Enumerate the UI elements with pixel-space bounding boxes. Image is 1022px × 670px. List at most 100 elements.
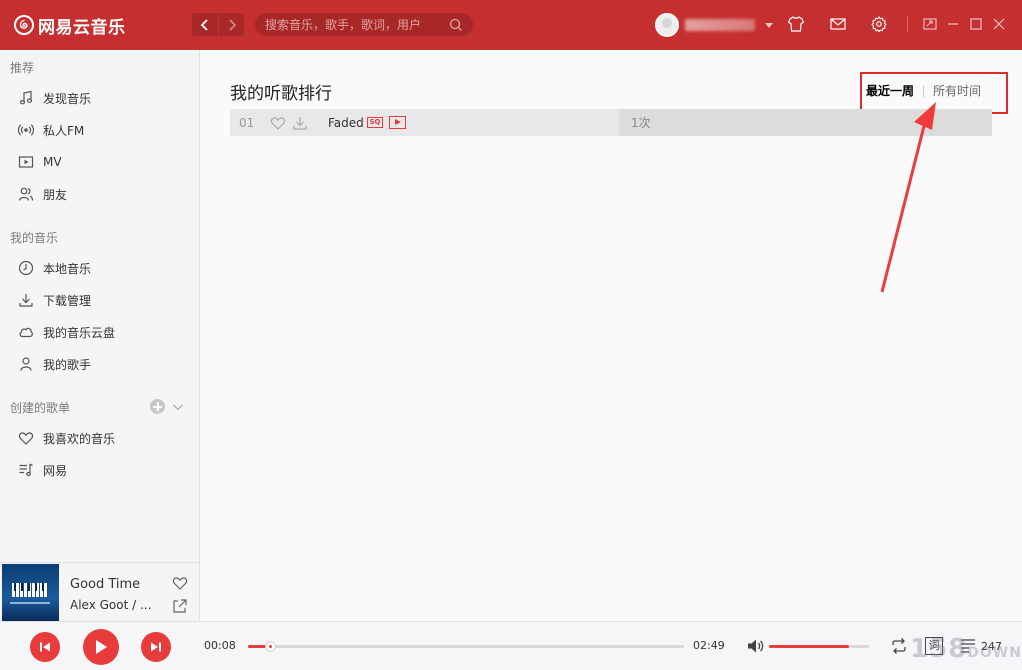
- previous-icon: [40, 642, 50, 652]
- caret-down-icon[interactable]: [765, 22, 773, 28]
- avatar[interactable]: [655, 13, 679, 37]
- like-heart-icon[interactable]: [172, 575, 188, 591]
- sidebar-item-label: 本地音乐: [43, 261, 92, 276]
- seek-bar[interactable]: [248, 641, 684, 652]
- chevron-right-icon: [228, 18, 236, 31]
- minimize-icon: [948, 23, 958, 25]
- tshirt-icon: [787, 16, 805, 32]
- search-input[interactable]: [265, 17, 449, 32]
- piano-keys-art: [12, 583, 48, 597]
- sidebar-item-liked-music[interactable]: 我喜欢的音乐: [0, 424, 199, 452]
- watermark-number: 158: [910, 634, 968, 664]
- search-box: [255, 13, 473, 36]
- mv-play-icon[interactable]: [389, 116, 406, 129]
- messages-button[interactable]: [828, 14, 848, 34]
- local-music-icon: [18, 260, 34, 276]
- album-cover[interactable]: [2, 564, 59, 621]
- repeat-icon[interactable]: [889, 636, 909, 656]
- sidebar-item-label: 下载管理: [43, 293, 92, 308]
- settings-button[interactable]: [869, 14, 889, 34]
- sidebar-item-downloads[interactable]: 下载管理: [0, 286, 199, 314]
- sidebar-item-fm[interactable]: 私人FM: [0, 116, 199, 144]
- sidebar-item-label: 网易: [43, 463, 68, 478]
- netease-logo-icon: [14, 15, 34, 35]
- friends-icon: [18, 187, 34, 201]
- sidebar: 推荐 发现音乐 私人FM MV 朋友 我的音乐 本地音乐 下载管理 我的音乐云盘…: [0, 50, 200, 562]
- cover-stripe: [10, 602, 50, 604]
- sidebar-item-label: 朋友: [43, 187, 68, 202]
- created-playlists-actions: [150, 399, 185, 414]
- singer-icon: [20, 357, 32, 371]
- download-icon: [19, 294, 33, 307]
- volume-slider[interactable]: [769, 645, 869, 648]
- radio-icon: [18, 124, 34, 136]
- sidebar-item-discover[interactable]: 发现音乐: [0, 84, 199, 112]
- mail-icon: [830, 18, 846, 30]
- page-title: 我的听歌排行: [230, 84, 332, 104]
- sidebar-item-playlist-netease[interactable]: 网易: [0, 456, 199, 484]
- now-playing-title: Good Time: [70, 577, 141, 592]
- app-logo[interactable]: 网易云音乐: [14, 13, 126, 38]
- cloud-icon: [19, 327, 33, 338]
- skin-button[interactable]: [786, 14, 806, 34]
- elapsed-time: 00:08: [204, 639, 236, 652]
- song-index: 01: [239, 115, 255, 130]
- sidebar-item-label: 我的音乐云盘: [43, 325, 116, 340]
- like-heart-icon[interactable]: [270, 115, 286, 131]
- sidebar-item-local-music[interactable]: 本地音乐: [0, 254, 199, 282]
- video-icon: [18, 156, 34, 168]
- heart-icon: [18, 432, 34, 445]
- music-note-icon: [19, 90, 33, 105]
- add-playlist-icon[interactable]: [150, 399, 165, 414]
- sidebar-item-label: 我的歌手: [43, 357, 92, 372]
- annotation-arrow-icon: [880, 102, 936, 293]
- close-icon: [993, 18, 1005, 30]
- mini-mode-icon: [923, 18, 937, 30]
- chevron-down-icon[interactable]: [171, 400, 185, 414]
- play-count: 1次: [631, 116, 651, 130]
- gear-icon: [871, 16, 887, 33]
- next-icon: [151, 642, 161, 652]
- player-bar: 00:08 02:49 词 247: [0, 621, 1022, 670]
- play-icon: [96, 640, 107, 654]
- sq-quality-badge: SQ: [367, 117, 383, 128]
- user-name-redacted[interactable]: [685, 19, 755, 31]
- back-button[interactable]: [192, 13, 218, 36]
- site-watermark: 158DOWN: [910, 634, 1022, 664]
- section-title-recommend: 推荐: [10, 61, 35, 75]
- titlebar-divider: [907, 16, 908, 32]
- previous-button[interactable]: [30, 632, 60, 662]
- section-title-my-music: 我的音乐: [10, 231, 59, 245]
- maximize-button[interactable]: [966, 14, 986, 34]
- download-icon[interactable]: [292, 115, 308, 131]
- seek-handle[interactable]: [264, 641, 276, 652]
- sidebar-item-label: 私人FM: [43, 123, 85, 138]
- history-nav: [192, 13, 244, 36]
- sidebar-item-singers[interactable]: 我的歌手: [0, 350, 199, 378]
- volume-icon[interactable]: [747, 638, 765, 654]
- now-playing-card[interactable]: Good Time Alex Goot / ...: [0, 562, 200, 621]
- search-icon[interactable]: [449, 18, 463, 32]
- minimize-button[interactable]: [943, 14, 963, 34]
- share-icon[interactable]: [172, 598, 188, 614]
- mini-mode-button[interactable]: [920, 14, 940, 34]
- maximize-icon: [970, 18, 982, 30]
- next-button[interactable]: [141, 632, 171, 662]
- sidebar-item-mv[interactable]: MV: [0, 148, 199, 176]
- sidebar-item-label: 发现音乐: [43, 91, 92, 106]
- watermark-suffix: DOWN: [967, 645, 1022, 661]
- sidebar-item-friends[interactable]: 朋友: [0, 180, 199, 208]
- sidebar-item-label: 我喜欢的音乐: [43, 431, 116, 446]
- sidebar-item-cloud[interactable]: 我的音乐云盘: [0, 318, 199, 346]
- section-title-created-playlists: 创建的歌单: [10, 401, 71, 415]
- close-button[interactable]: [989, 14, 1009, 34]
- play-button[interactable]: [83, 629, 119, 665]
- volume-slider-fill: [769, 645, 849, 648]
- song-title[interactable]: Faded: [328, 116, 364, 130]
- table-row[interactable]: 01 Faded SQ 1次: [230, 109, 992, 136]
- user-menu[interactable]: [655, 13, 773, 37]
- now-playing-artist: Alex Goot / ...: [70, 598, 152, 612]
- forward-button[interactable]: [218, 13, 244, 36]
- chevron-left-icon: [200, 18, 208, 31]
- title-bar: 网易云音乐: [0, 0, 1022, 50]
